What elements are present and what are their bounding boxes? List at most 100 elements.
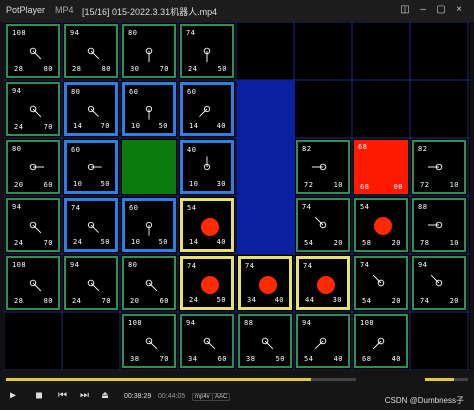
current-time: 00:38:29 bbox=[124, 393, 152, 400]
grid-cell: 94 54 40 bbox=[296, 314, 350, 368]
grid-cell: 94 24 70 bbox=[6, 82, 60, 136]
grid-cell: 74 24 50 bbox=[180, 256, 234, 310]
grid-cell: 74 54 20 bbox=[296, 198, 350, 252]
grid-cell: 80 30 70 bbox=[122, 24, 176, 78]
direction-arrow-icon bbox=[430, 274, 443, 287]
grid-cell: 94 24 70 bbox=[6, 198, 60, 252]
title-bar: PotPlayer MP4 [15/16] 015-2022.3.31机器人.m… bbox=[0, 0, 474, 22]
close-icon[interactable]: × bbox=[452, 3, 466, 17]
grid-cell: 68 68 00 bbox=[354, 140, 408, 194]
cell-value: 68 bbox=[360, 183, 370, 191]
grid-cell: 40 10 30 bbox=[180, 140, 234, 194]
direction-arrow-icon bbox=[145, 337, 158, 350]
direction-arrow-icon bbox=[145, 279, 158, 292]
cell-value: 74 bbox=[303, 262, 313, 270]
direction-arrow-icon bbox=[29, 163, 45, 171]
volume-slider[interactable] bbox=[425, 378, 468, 381]
video-area[interactable]: 108 28 80 94 28 80 80 30 70 74 24 50 94 24 70 80 14 70 60 1… bbox=[4, 22, 470, 370]
next-icon[interactable]: ⏭ bbox=[80, 390, 89, 401]
file-title: [15/16] 015-2022.3.31机器人.mp4 bbox=[82, 7, 218, 17]
path-dot bbox=[374, 217, 392, 235]
direction-arrow-icon bbox=[199, 105, 211, 117]
cell-value: 40 bbox=[216, 238, 226, 246]
cell-value: 44 bbox=[305, 296, 315, 304]
grid-cell: 108 28 80 bbox=[6, 24, 60, 78]
cell-value: 34 bbox=[247, 296, 257, 304]
seek-bar[interactable] bbox=[6, 378, 356, 381]
grid-cell: 108 38 70 bbox=[122, 314, 176, 368]
path-dot bbox=[317, 276, 335, 294]
grid-cell: 60 14 40 bbox=[180, 82, 234, 136]
grid-cell: 54 58 20 bbox=[354, 198, 408, 252]
cell-value: 50 bbox=[216, 296, 226, 304]
direction-arrow-icon bbox=[87, 163, 102, 171]
path-dot bbox=[201, 276, 219, 294]
direction-arrow-icon bbox=[87, 221, 99, 233]
volume-level bbox=[425, 378, 455, 381]
direction-arrow-icon bbox=[29, 105, 42, 118]
total-time: 00:44:05 bbox=[158, 393, 186, 400]
control-bar: ▶ ■ ⏮ ⏭ ⏏ 00:38:29 00:44:05 mp4v AAC CSD… bbox=[0, 370, 474, 410]
start-cell bbox=[122, 140, 176, 194]
grid-cell: 74 34 40 bbox=[238, 256, 292, 310]
direction-arrow-icon bbox=[87, 105, 99, 117]
prev-icon[interactable]: ⏮ bbox=[58, 390, 67, 401]
grid-cell: 82 72 10 bbox=[412, 140, 466, 194]
grid-cell: 88 78 10 bbox=[412, 198, 466, 252]
pin-icon[interactable]: ◫ bbox=[398, 3, 412, 17]
app-name[interactable]: PotPlayer bbox=[6, 5, 45, 15]
audio-codec-tag: AAC bbox=[212, 393, 231, 401]
direction-arrow-icon bbox=[29, 279, 42, 292]
grid-cell: 60 10 50 bbox=[64, 140, 118, 194]
direction-arrow-icon bbox=[87, 279, 100, 292]
grid-cell: 60 10 50 bbox=[122, 82, 176, 136]
direction-arrow-icon bbox=[203, 337, 216, 350]
wall-block bbox=[237, 80, 295, 254]
grid-cell: 80 20 60 bbox=[6, 140, 60, 194]
direction-arrow-icon bbox=[314, 337, 327, 350]
cell-value: 00 bbox=[393, 183, 403, 191]
direction-arrow-icon bbox=[427, 163, 443, 171]
direction-arrow-icon bbox=[427, 221, 443, 229]
cell-value: 68 bbox=[358, 143, 368, 151]
grid-cell: 108 28 80 bbox=[6, 256, 60, 310]
format-label[interactable]: MP4 bbox=[55, 5, 74, 15]
grid-cell: 54 14 40 bbox=[180, 198, 234, 252]
cell-value: 14 bbox=[189, 238, 199, 246]
direction-arrow-icon bbox=[372, 337, 385, 350]
stop-icon[interactable]: ■ bbox=[36, 390, 42, 401]
direction-arrow-icon bbox=[203, 156, 211, 171]
cell-value: 54 bbox=[360, 203, 370, 211]
grid-cell: 88 38 50 bbox=[238, 314, 292, 368]
direction-arrow-icon bbox=[314, 216, 327, 229]
grid-cell: 74 54 20 bbox=[354, 256, 408, 310]
cell-value: 54 bbox=[187, 204, 197, 212]
grid-cell: 108 68 40 bbox=[354, 314, 408, 368]
cell-value: 20 bbox=[391, 239, 401, 247]
grid-cell: 80 20 60 bbox=[122, 256, 176, 310]
cell-value: 40 bbox=[274, 296, 284, 304]
grid-cell: 82 72 10 bbox=[296, 140, 350, 194]
direction-arrow-icon bbox=[261, 337, 274, 350]
direction-arrow-icon bbox=[145, 221, 153, 236]
grid-cell: 94 28 80 bbox=[64, 24, 118, 78]
direction-arrow-icon bbox=[145, 47, 153, 63]
grid-cell: 94 74 20 bbox=[412, 256, 466, 310]
direction-arrow-icon bbox=[29, 47, 42, 60]
grid-cell: 60 10 50 bbox=[122, 198, 176, 252]
cell-value: 30 bbox=[332, 296, 342, 304]
seek-progress bbox=[6, 378, 311, 381]
maximize-icon[interactable]: ▢ bbox=[434, 3, 448, 17]
direction-arrow-icon bbox=[203, 47, 211, 63]
play-icon[interactable]: ▶ bbox=[10, 390, 16, 401]
cell-value: 24 bbox=[189, 296, 199, 304]
direction-arrow-icon bbox=[372, 274, 385, 287]
grid-cell: 74 44 30 bbox=[296, 256, 350, 310]
path-dot bbox=[201, 218, 219, 236]
eject-icon[interactable]: ⏏ bbox=[102, 390, 108, 401]
cell-value: 58 bbox=[362, 239, 372, 247]
grid-cell: 74 24 50 bbox=[180, 24, 234, 78]
minimize-icon[interactable]: – bbox=[416, 3, 430, 17]
grid-cell: 94 24 70 bbox=[64, 256, 118, 310]
grid-cell: 94 34 60 bbox=[180, 314, 234, 368]
